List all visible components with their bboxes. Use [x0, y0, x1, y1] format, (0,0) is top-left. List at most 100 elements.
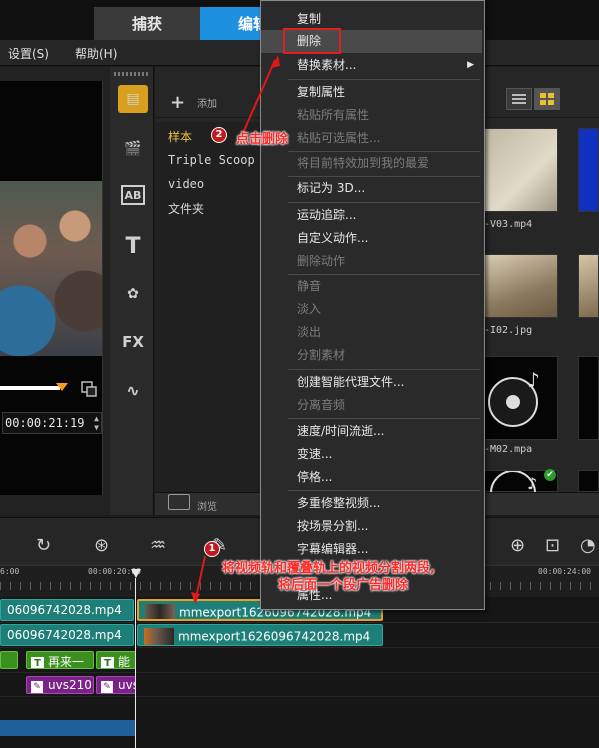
thumbnail-audio-4[interactable] [578, 470, 599, 492]
title-clip-label: 能 [118, 655, 131, 669]
media-library-icon[interactable]: ▤ [118, 85, 148, 113]
thumbnail-v03-label: -V03.mp4 [484, 219, 533, 230]
fx-clip-2[interactable]: ✎ uvs [96, 676, 136, 694]
menu-item-label: 替换素材... [297, 58, 357, 72]
browse-icon[interactable] [168, 494, 190, 510]
fit-project-icon[interactable]: ⊡ [545, 535, 560, 556]
checkmark-icon: ✔ [544, 469, 556, 481]
thumbnail-v03[interactable] [484, 128, 558, 212]
fx-filter-icon[interactable]: FX [118, 328, 148, 356]
thumbnail-blue[interactable] [578, 128, 599, 212]
fx-clip-label: uvs210 [48, 678, 92, 692]
ruler-label: 00:00:24:00 [538, 567, 591, 576]
folder-item-video[interactable]: video [168, 177, 204, 191]
title-icon[interactable]: T [118, 232, 148, 260]
menu-item-motion-tracking[interactable]: 运动追踪... [261, 204, 482, 227]
title-badge-icon: T [101, 657, 114, 668]
title-clip-2[interactable]: T能 [96, 651, 136, 669]
graphics-icon[interactable]: ✿ [118, 280, 148, 308]
repeat-icon[interactable] [80, 380, 98, 398]
audio-mixer-icon[interactable]: ♒ [150, 535, 166, 556]
thumbnail-i02[interactable] [484, 254, 558, 318]
title-badge-icon: T [31, 657, 44, 668]
menu-item-remove-motion[interactable]: 删除动作 [261, 250, 482, 273]
player-panel [0, 67, 110, 515]
menu-item-paste-all-attributes[interactable]: 粘贴所有属性 [261, 104, 482, 127]
clip-label: mmexport1626096742028.mp4 [178, 629, 371, 644]
menu-item-multi-trim[interactable]: 多重修整视频... [261, 492, 482, 515]
menu-separator [288, 202, 480, 203]
ruler-label: 6:00 [0, 567, 20, 576]
thumbnail-image[interactable] [578, 254, 599, 318]
thumbnail-audio-2[interactable] [578, 356, 599, 440]
fx-clip-label: uvs [118, 678, 135, 692]
submenu-arrow-icon: ▶ [467, 60, 474, 70]
menu-separator [288, 369, 480, 370]
menu-item-split-clip[interactable]: 分割素材 [261, 344, 482, 367]
menu-item-freeze-frame[interactable]: 停格... [261, 466, 482, 489]
grid-view-icon [540, 93, 554, 105]
browse-label[interactable]: 浏览 [197, 498, 217, 513]
menu-item-mute[interactable]: 静音 [261, 275, 482, 298]
menu-item-mark-3d[interactable]: 标记为 3D... [261, 177, 482, 200]
menu-separator [288, 490, 480, 491]
video-clip-left[interactable]: 06096742028.mp4 [0, 599, 134, 621]
transition-icon[interactable]: AB [121, 185, 145, 205]
menu-settings[interactable]: 设置(S) [8, 45, 49, 62]
audio-disc-icon: ♪ [488, 368, 540, 427]
music-track-clip[interactable] [0, 720, 135, 736]
folder-item-folder[interactable]: 文件夹 [168, 200, 204, 217]
annotation-step-1-badge: 1 [204, 541, 220, 557]
clip-label: 06096742028.mp4 [7, 603, 122, 617]
effect-wand-icon: ✎ [101, 681, 113, 693]
menu-separator [288, 418, 480, 419]
clip-thumbnail [145, 604, 175, 619]
menu-item-fade-out[interactable]: 淡出 [261, 321, 482, 344]
menu-item-copy-attributes[interactable]: 复制属性 [261, 81, 482, 104]
fx-clip-1[interactable]: ✎ uvs210 [26, 676, 94, 694]
scrub-bar[interactable] [0, 386, 60, 390]
menu-item-speed-timelapse[interactable]: 速度/时间流逝... [261, 420, 482, 443]
menu-item-replace-clip[interactable]: 替换素材... ▶ [261, 54, 482, 77]
path-icon[interactable]: ∿ [118, 376, 148, 404]
view-toggle [506, 88, 560, 110]
effect-wand-icon: ✎ [31, 681, 43, 693]
tab-capture[interactable]: 捕获 [94, 7, 200, 40]
record-capture-icon[interactable]: ⊛ [94, 535, 109, 556]
timecode-field[interactable]: 00:00:21:19 ▲ ▼ [2, 412, 102, 434]
menu-item-create-proxy[interactable]: 创建智能代理文件... [261, 371, 482, 394]
redo-icon[interactable]: ↻ [36, 535, 51, 556]
delete-highlight-box [283, 28, 341, 54]
scrub-handle[interactable] [56, 383, 68, 391]
add-icon[interactable]: + [170, 92, 185, 113]
playhead-marker[interactable] [131, 569, 141, 578]
list-view-button[interactable] [506, 88, 532, 110]
menu-help[interactable]: 帮助(H) [75, 45, 117, 62]
timecode-spinner[interactable]: ▲ ▼ [94, 414, 99, 432]
svg-text:♪: ♪ [527, 368, 540, 392]
thumbnail-m02-label: -M02.mpa [484, 444, 533, 455]
title-clip-stub[interactable] [0, 651, 18, 669]
menu-item-custom-motion[interactable]: 自定义动作... [261, 227, 482, 250]
menu-item-fade-in[interactable]: 淡入 [261, 298, 482, 321]
folder-item-sample[interactable]: 样本 [168, 128, 192, 145]
menu-item-split-by-scene[interactable]: 按场景分割... [261, 515, 482, 538]
playhead-line[interactable] [135, 578, 136, 748]
annotation-step-2-badge: 2 [211, 127, 227, 143]
instant-project-icon[interactable]: 🎬 [118, 135, 148, 163]
title-clip-1[interactable]: T 再来一 [26, 651, 94, 669]
overlay-clip-right[interactable]: mmexport1626096742028.mp4 [137, 624, 383, 646]
overlay-clip-left[interactable]: 06096742028.mp4 [0, 624, 134, 646]
panel-grip[interactable] [114, 72, 150, 76]
menu-item-add-favorite[interactable]: 将目前特效加到我的最爱 [261, 152, 482, 175]
add-label[interactable]: 添加 [197, 95, 217, 110]
menu-item-split-audio[interactable]: 分离音频 [261, 394, 482, 417]
grid-view-button[interactable] [534, 88, 560, 110]
menu-item-variable-speed[interactable]: 变速... [261, 443, 482, 466]
menu-item-paste-selected-attributes[interactable]: 粘贴可选属性... [261, 127, 482, 150]
project-duration-icon[interactable]: ◔ [580, 535, 596, 556]
preview-frame-image [0, 181, 102, 356]
zoom-in-icon[interactable]: ⊕ [510, 535, 525, 556]
folder-item-triple-scoop[interactable]: Triple Scoop I [168, 153, 269, 167]
thumbnail-m02[interactable]: ♪ [484, 356, 558, 440]
